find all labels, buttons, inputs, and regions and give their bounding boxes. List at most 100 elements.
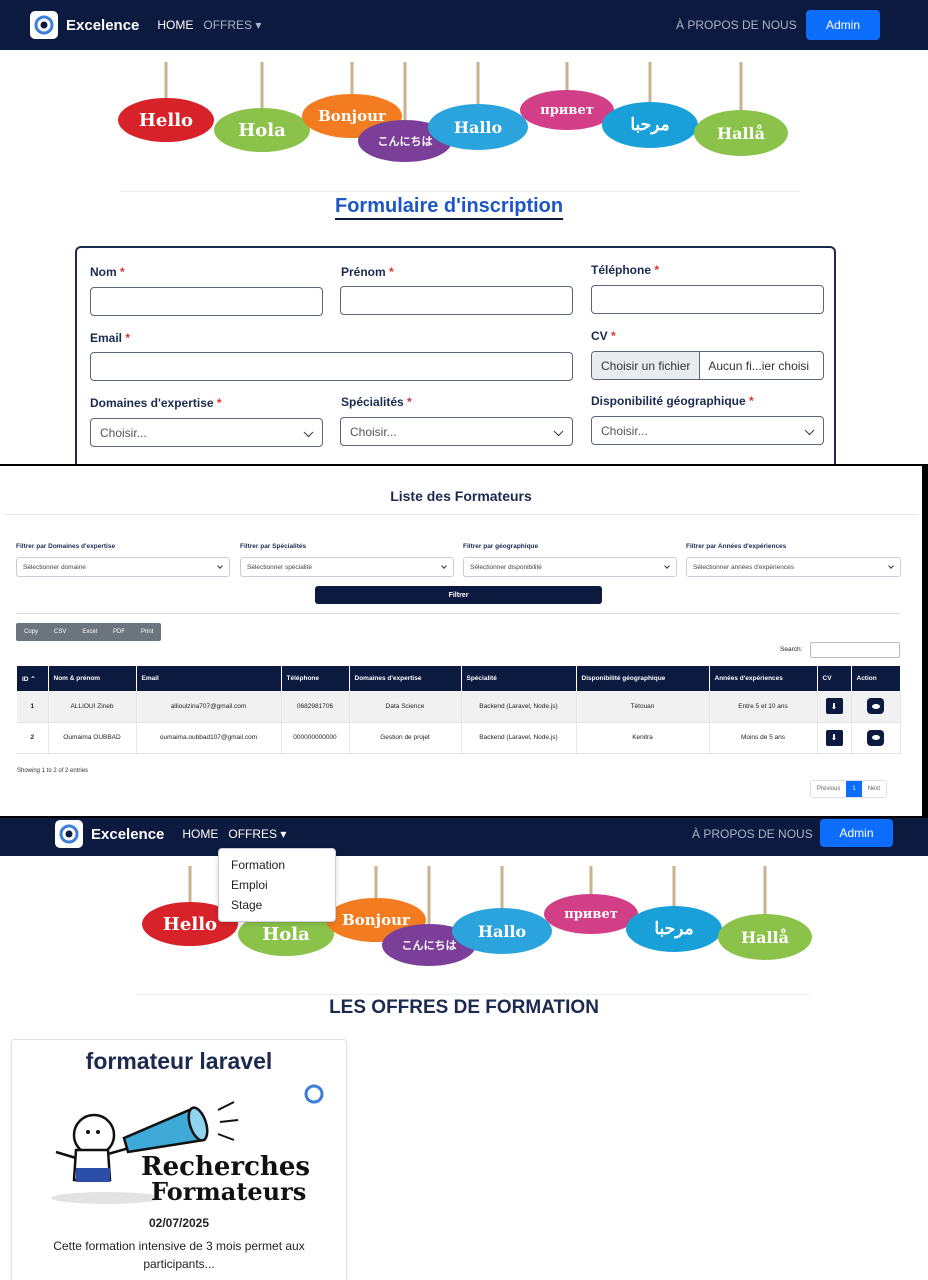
page-1-button[interactable]: 1 (846, 781, 862, 797)
cell-action (851, 722, 901, 754)
telephone-label: Téléphone * (591, 263, 660, 277)
choose-file-button[interactable]: Choisir un fichier (592, 352, 701, 379)
col-specialite[interactable]: Spécialité (461, 666, 577, 691)
csv-button[interactable]: CSV (46, 623, 74, 641)
offres-dropdown-menu: Formation Emploi Stage (218, 848, 336, 922)
filter-label-annees: Filtrer par Années d'expériences (686, 543, 787, 550)
col-phone[interactable]: Téléphone (281, 666, 350, 691)
logo-icon[interactable] (30, 11, 58, 39)
greeting-text: مرحبا (602, 102, 698, 148)
filter-select-annees[interactable]: Sélectionner années d'expériences (686, 557, 901, 577)
cell-dispo: Kenitra (576, 722, 710, 754)
brand-name[interactable]: Excelence (66, 17, 139, 34)
greeting-bubble: привет (544, 866, 638, 934)
greeting-text: Hello (118, 98, 214, 142)
view-icon[interactable] (867, 698, 884, 715)
greeting-bubble: Hello (118, 62, 214, 142)
menu-item-stage[interactable]: Stage (219, 895, 335, 915)
cell-cv: ⬇ (817, 691, 852, 723)
cv-label: CV * (591, 329, 616, 343)
search-input[interactable] (810, 642, 900, 658)
greeting-bubble: مرحبا (602, 62, 698, 148)
greeting-text: Hallo (452, 908, 552, 954)
nav-about[interactable]: À PROPOS DE NOUS (692, 827, 813, 841)
chevron-down-icon (888, 563, 894, 569)
excel-button[interactable]: Excel (74, 623, 105, 641)
pdf-button[interactable]: PDF (105, 623, 133, 641)
filter-button[interactable]: Filtrer (315, 586, 602, 604)
cell-cv: ⬇ (817, 722, 852, 754)
bubble-string (164, 62, 168, 102)
logo-icon[interactable] (55, 820, 83, 848)
admin-button[interactable]: Admin (806, 10, 880, 40)
specialites-label: Spécialités * (341, 395, 412, 409)
nav-offres[interactable]: OFFRES ▾ (203, 18, 261, 32)
table-row: 2 Oumaima OUBBAD oumaima.oubbad107@gmail… (17, 722, 901, 754)
divider (135, 994, 810, 995)
cell-id: 2 (17, 722, 49, 754)
admin-button[interactable]: Admin (820, 819, 893, 847)
telephone-input[interactable] (591, 285, 824, 314)
offer-date: 02/07/2025 (148, 1216, 210, 1230)
chevron-down-icon (804, 424, 815, 435)
col-domaine[interactable]: Domaines d'expertise (349, 666, 462, 691)
cv-file-input[interactable]: Choisir un fichier Aucun fi...ier choisi (591, 351, 824, 380)
greeting-text: Hallo (428, 104, 528, 150)
view-icon[interactable] (867, 729, 884, 746)
filter-label-specialite: Filtrer par Spécialités (240, 543, 307, 550)
copy-button[interactable]: Copy (16, 623, 46, 641)
nav-about[interactable]: À PROPOS DE NOUS (676, 18, 797, 32)
filter-select-geo[interactable]: Sélectionner disponibilité (463, 557, 677, 577)
greeting-text: Hola (214, 108, 310, 152)
nav-home[interactable]: HOME (157, 18, 193, 32)
email-input[interactable] (90, 352, 573, 381)
offer-title: formateur laravel (85, 1048, 273, 1074)
menu-item-formation[interactable]: Formation (219, 855, 335, 875)
table-header-row: ID ⌃ Nom & prénom Email Téléphone Domain… (17, 666, 901, 691)
next-page-button[interactable]: Next (861, 781, 887, 797)
greeting-text: привет (520, 90, 614, 130)
prenom-input[interactable] (340, 286, 573, 315)
greetings-banner: Hello Hola Bonjour こんにちは Hallo привет مرحبا Hal… (0, 866, 928, 976)
col-dispo[interactable]: Disponibilité géographique (576, 666, 710, 691)
cell-name: Oumaima OUBBAD (48, 722, 137, 754)
offer-card[interactable]: formateur laravel Recherches Formateurs … (11, 1039, 347, 1280)
bubble-string (672, 866, 676, 910)
download-icon[interactable]: ⬇ (825, 698, 843, 715)
cell-phone: 0682981706 (281, 691, 350, 723)
prev-page-button[interactable]: Previous (811, 781, 847, 797)
filter-label-geo: Filtrer par géographique (463, 543, 539, 550)
bubble-string (648, 62, 652, 106)
offer-image: Recherches Formateurs (36, 1080, 336, 1210)
specialites-select[interactable]: Choisir... (340, 417, 573, 446)
nav-home[interactable]: HOME (182, 827, 218, 841)
col-annees[interactable]: Années d'expériences (709, 666, 818, 691)
bubble-string (500, 866, 504, 912)
filter-select-domaine[interactable]: Sélectionner domaine (16, 557, 230, 577)
chevron-down-icon (664, 563, 670, 569)
filter-select-specialite[interactable]: Sélectionner spécialité (240, 557, 454, 577)
download-icon[interactable]: ⬇ (825, 729, 843, 746)
col-cv[interactable]: CV (817, 666, 852, 691)
dispo-select[interactable]: Choisir... (591, 416, 824, 445)
email-label: Email * (90, 331, 131, 345)
file-status: Aucun fi...ier choisi (708, 358, 810, 373)
bubble-string (739, 62, 743, 114)
menu-item-emploi[interactable]: Emploi (219, 875, 335, 895)
nav-offres[interactable]: OFFRES ▾ (228, 827, 286, 841)
form-title: Formulaire d'inscription (335, 195, 564, 217)
greeting-text: Hallå (694, 110, 788, 156)
col-id[interactable]: ID ⌃ (17, 666, 49, 691)
print-button[interactable]: Print (133, 623, 161, 641)
brand-name[interactable]: Excelence (91, 826, 164, 843)
domaines-select[interactable]: Choisir... (90, 418, 323, 447)
nom-input[interactable] (90, 287, 323, 316)
greeting-text: Hallå (718, 914, 812, 960)
list-title: Liste des Formateurs (390, 488, 532, 504)
col-name[interactable]: Nom & prénom (48, 666, 137, 691)
cell-annees: Entre 5 et 10 ans (709, 691, 818, 723)
col-action[interactable]: Action (851, 666, 901, 691)
bubble-string (763, 866, 767, 918)
search-label: Search: (780, 646, 803, 653)
col-email[interactable]: Email (136, 666, 282, 691)
